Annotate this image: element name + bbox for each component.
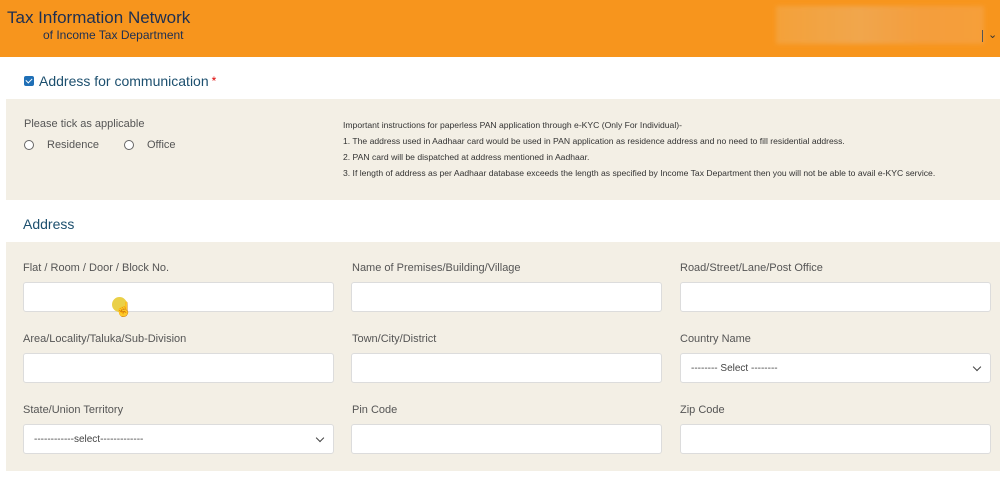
- premises-label: Name of Premises/Building/Village: [352, 262, 521, 274]
- site-header: Tax Information Network of Income Tax De…: [0, 0, 1000, 57]
- state-label: State/Union Territory: [23, 404, 124, 416]
- brand-subtitle: of Income Tax Department: [43, 28, 184, 42]
- instruction-item: 3. If length of address as per Aadhaar d…: [343, 168, 936, 178]
- state-selected-value: ------------select-------------: [34, 433, 144, 445]
- road-label: Road/Street/Lane/Post Office: [680, 262, 823, 274]
- ekyc-instructions: Important instructions for paperless PAN…: [343, 117, 993, 181]
- radio-office[interactable]: [123, 140, 134, 150]
- required-marker: *: [211, 74, 217, 88]
- instruction-item: 1. The address used in Aadhaar card woul…: [343, 136, 845, 146]
- state-select[interactable]: ------------select-------------: [23, 424, 334, 454]
- country-selected-value: -------- Select --------: [691, 362, 778, 374]
- area-input[interactable]: [23, 353, 334, 383]
- address-section-title: Address: [23, 216, 75, 232]
- premises-input[interactable]: [351, 282, 662, 312]
- country-label: Country Name: [680, 333, 751, 345]
- chevron-down-icon: [315, 433, 325, 442]
- flat-input[interactable]: [23, 282, 334, 312]
- instructions-title: Important instructions for paperless PAN…: [343, 120, 682, 130]
- radio-office-label[interactable]: Office: [147, 139, 176, 151]
- zipcode-input[interactable]: [680, 424, 991, 454]
- applicability-panel: Please tick as applicable Residence Offi…: [6, 99, 1000, 200]
- divider: [982, 30, 983, 42]
- address-communication-checkbox[interactable]: [24, 76, 34, 86]
- user-menu-blurred[interactable]: [776, 6, 984, 44]
- tick-applicable-label: Please tick as applicable: [24, 118, 145, 130]
- address-type-radio-group: Residence Office: [24, 139, 201, 151]
- pincode-input[interactable]: [351, 424, 662, 454]
- radio-residence[interactable]: [24, 140, 34, 150]
- address-communication-label: Address for communication: [39, 73, 209, 89]
- flat-label: Flat / Room / Door / Block No.: [23, 262, 170, 274]
- radio-residence-label[interactable]: Residence: [47, 139, 99, 151]
- pincode-label: Pin Code: [352, 404, 398, 416]
- instruction-item: 2. PAN card will be dispatched at addres…: [343, 152, 590, 162]
- road-input[interactable]: [680, 282, 991, 312]
- town-input[interactable]: [351, 353, 662, 383]
- address-for-communication-row: Address for communication *: [24, 72, 216, 90]
- zipcode-label: Zip Code: [680, 404, 725, 416]
- country-select[interactable]: -------- Select --------: [680, 353, 991, 383]
- area-label: Area/Locality/Taluka/Sub-Division: [23, 333, 187, 345]
- town-label: Town/City/District: [352, 333, 437, 345]
- brand-title: Tax Information Network: [7, 8, 191, 27]
- hand-cursor-icon: ☝: [115, 301, 133, 317]
- chevron-down-icon: [972, 362, 982, 371]
- chevron-down-icon[interactable]: ⌄: [988, 28, 997, 41]
- site-logo[interactable]: Tax Information Network of Income Tax De…: [7, 9, 190, 41]
